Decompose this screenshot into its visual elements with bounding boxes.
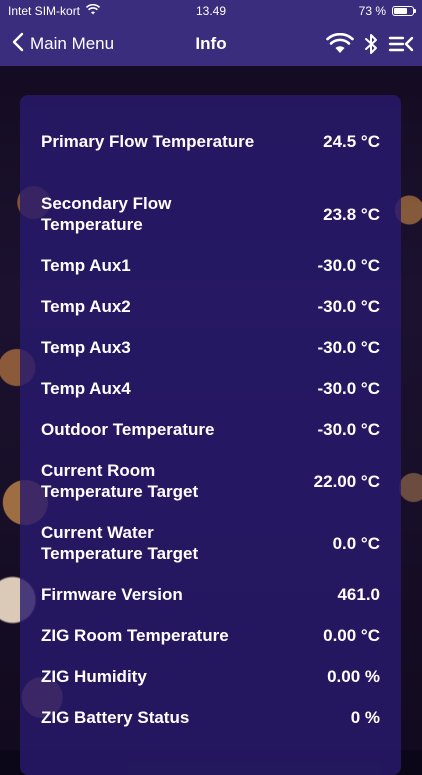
bluetooth-icon[interactable] bbox=[364, 32, 378, 56]
menu-icon[interactable] bbox=[388, 34, 414, 54]
info-label: Current Water Temperature Target bbox=[41, 523, 199, 563]
info-label: ZIG Room Temperature bbox=[41, 626, 229, 645]
chevron-left-icon bbox=[12, 32, 24, 57]
info-label: Temp Aux1 bbox=[41, 256, 131, 275]
battery-percent: 73 % bbox=[358, 4, 386, 18]
back-button-label: Main Menu bbox=[30, 34, 115, 53]
info-row-temp-aux2: Temp Aux2 -30.0 °C bbox=[41, 296, 380, 317]
info-row-primary-flow: Primary Flow Temperature 24.5 °C bbox=[41, 131, 380, 152]
info-label: ZIG Humidity bbox=[41, 667, 147, 686]
status-right: 73 % bbox=[358, 4, 416, 18]
info-row-zig-battery-status: ZIG Battery Status 0 % bbox=[41, 707, 380, 728]
battery-level-fill bbox=[394, 8, 408, 14]
info-label: Firmware Version bbox=[41, 585, 183, 604]
info-row-firmware-version: Firmware Version 461.0 bbox=[41, 584, 380, 605]
info-value: 24.5 °C bbox=[323, 132, 380, 151]
info-row-zig-room-temperature: ZIG Room Temperature 0.00 °C bbox=[41, 625, 380, 646]
info-label: ZIG Battery Status bbox=[41, 708, 190, 727]
info-value: -30.0 °C bbox=[317, 379, 380, 398]
info-value: -30.0 °C bbox=[317, 338, 380, 357]
info-row-room-temperature-target: Current Room Temperature Target 22.00 °C bbox=[41, 460, 380, 502]
status-bar: Intet SIM-kort 13.49 73 % bbox=[0, 0, 422, 22]
wifi-status-icon bbox=[85, 3, 101, 18]
nav-bar: Main Menu Info bbox=[0, 22, 422, 66]
info-value: 461.0 bbox=[337, 585, 380, 604]
info-row-temp-aux1: Temp Aux1 -30.0 °C bbox=[41, 255, 380, 276]
wifi-icon[interactable] bbox=[326, 33, 354, 55]
info-label: Temp Aux2 bbox=[41, 297, 131, 316]
info-label: Temp Aux3 bbox=[41, 338, 131, 357]
info-row-outdoor-temperature: Outdoor Temperature -30.0 °C bbox=[41, 419, 380, 440]
info-row-water-temperature-target: Current Water Temperature Target 0.0 °C bbox=[41, 522, 380, 564]
info-row-temp-aux3: Temp Aux3 -30.0 °C bbox=[41, 337, 380, 358]
info-row-temp-aux4: Temp Aux4 -30.0 °C bbox=[41, 378, 380, 399]
info-label: Temp Aux4 bbox=[41, 379, 131, 398]
info-value: 0.00 °C bbox=[323, 626, 380, 645]
info-row-zig-humidity: ZIG Humidity 0.00 % bbox=[41, 666, 380, 687]
info-value: -30.0 °C bbox=[317, 297, 380, 316]
back-button[interactable]: Main Menu bbox=[12, 32, 114, 57]
info-value: 0.0 °C bbox=[332, 533, 380, 553]
info-card: Primary Flow Temperature 24.5 °C Seconda… bbox=[20, 95, 401, 775]
info-value: 22.00 °C bbox=[313, 471, 380, 491]
info-label: Primary Flow Temperature bbox=[41, 132, 255, 151]
info-row-secondary-flow: Secondary Flow Temperature 23.8 °C bbox=[41, 193, 380, 235]
info-value: 23.8 °C bbox=[323, 204, 380, 224]
status-left: Intet SIM-kort bbox=[8, 3, 101, 18]
info-value: -30.0 °C bbox=[317, 420, 380, 439]
carrier-label: Intet SIM-kort bbox=[8, 4, 81, 18]
info-label: Secondary Flow Temperature bbox=[41, 194, 172, 234]
info-value: 0.00 % bbox=[327, 667, 380, 686]
info-label: Outdoor Temperature bbox=[41, 420, 215, 439]
info-label: Current Room Temperature Target bbox=[41, 461, 199, 501]
battery-icon bbox=[392, 6, 416, 16]
nav-icons bbox=[326, 32, 414, 56]
info-value: 0 % bbox=[350, 708, 380, 727]
info-value: -30.0 °C bbox=[317, 256, 380, 275]
